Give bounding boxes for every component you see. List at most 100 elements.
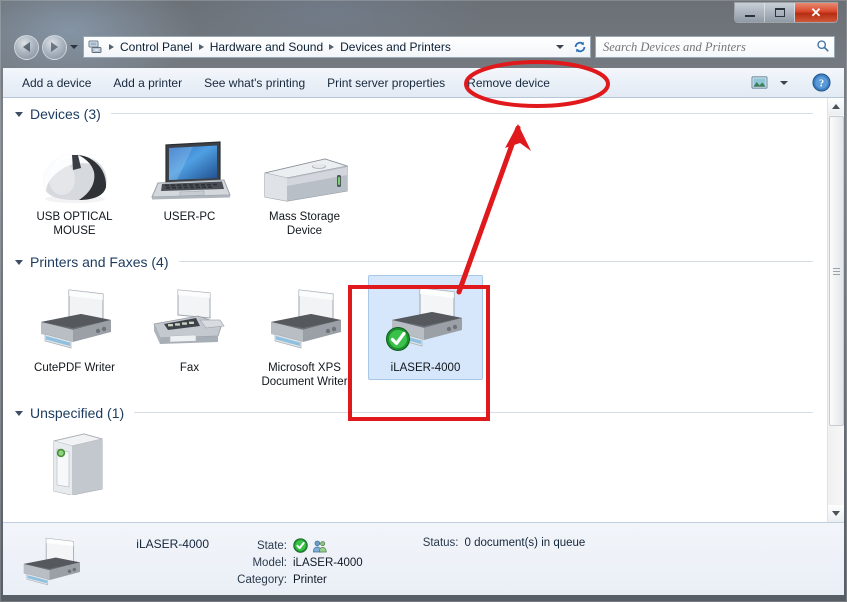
device-label: CutePDF Writer (34, 361, 115, 375)
device-group-printers: CutePDF Writer (3, 269, 827, 394)
device-item-microsoft-xps-document-writer[interactable]: Microsoft XPS Document Writer (247, 275, 362, 394)
green-check-icon (386, 328, 409, 351)
device-item-usb-optical-mouse[interactable]: USB OPTICAL MOUSE (17, 124, 132, 243)
devices-list-view: Devices (3) (3, 98, 844, 522)
details-row-category: Category: Printer (231, 571, 363, 588)
device-item-mass-storage-device[interactable]: Mass Storage Device (247, 124, 362, 243)
divider (134, 412, 813, 413)
details-status-value: 0 document(s) in queue (465, 537, 586, 549)
shared-users-icon (312, 539, 328, 553)
chevron-down-icon (780, 81, 788, 85)
devices-scroll-area: Devices (3) (3, 98, 827, 522)
vertical-scrollbar[interactable] (827, 98, 844, 522)
grip-icon (833, 268, 840, 275)
add-a-device-button[interactable]: Add a device (11, 69, 102, 97)
refresh-icon (573, 40, 587, 54)
group-header-devices: Devices (3) (3, 98, 827, 124)
tower-device-icon (36, 435, 114, 495)
collapse-triangle-icon[interactable] (15, 112, 23, 117)
search-icon (816, 39, 830, 56)
device-label: Fax (180, 361, 199, 375)
details-row-model: Model: iLASER-4000 (231, 554, 363, 571)
help-button[interactable]: ? (808, 71, 834, 95)
device-label: Mass Storage Device (250, 210, 359, 238)
view-icon (751, 75, 768, 90)
breadcrumb-separator-icon (109, 44, 114, 50)
group-title: Printers and Faxes (4) (30, 254, 169, 270)
external-drive-icon (259, 131, 351, 205)
remove-device-button[interactable]: Remove device (456, 69, 561, 97)
device-label: Microsoft XPS Document Writer (250, 361, 359, 389)
devices-and-printers-icon (88, 39, 104, 55)
add-a-printer-button[interactable]: Add a printer (102, 69, 193, 97)
printer-default-icon (380, 282, 472, 356)
title-bar: ✕ (0, 0, 847, 28)
forward-button[interactable] (42, 35, 67, 60)
svg-text:?: ? (818, 79, 823, 90)
triangle-down-icon (832, 511, 840, 516)
explorer-window: ✕ Control Panel Hardware a (0, 0, 847, 602)
fax-icon (144, 282, 236, 356)
details-category-value: Printer (293, 574, 327, 586)
details-pane: iLASER-4000 State: (3, 522, 844, 595)
breadcrumb-control-panel[interactable]: Control Panel (117, 40, 196, 54)
device-label: USB OPTICAL MOUSE (20, 210, 129, 238)
back-button[interactable] (14, 35, 39, 60)
print-server-properties-button[interactable]: Print server properties (316, 69, 456, 97)
details-status: Status: 0 document(s) in queue (363, 529, 586, 549)
device-group-devices: USB OPTICAL MOUSE (3, 124, 827, 243)
collapse-triangle-icon[interactable] (15, 260, 23, 265)
chevron-down-icon (70, 45, 78, 49)
details-category-label: Category: (231, 574, 293, 586)
details-model-value: iLASER-4000 (293, 557, 363, 569)
details-state-value (293, 538, 328, 553)
breadcrumb: Control Panel Hardware and Sound Devices… (83, 36, 569, 58)
group-header-printers-and-faxes: Printers and Faxes (4) (3, 243, 827, 269)
details-status-label: Status: (423, 537, 459, 549)
printer-icon (259, 282, 351, 356)
divider (179, 261, 814, 262)
details-device-name: iLASER-4000 (99, 529, 209, 551)
details-fields: State: Model: iLA (209, 529, 363, 588)
maximize-button[interactable] (765, 3, 795, 22)
command-toolbar: Add a device Add a printer See what's pr… (3, 68, 844, 98)
group-header-unspecified: Unspecified (1) (3, 394, 827, 420)
back-arrow-icon (23, 42, 30, 52)
recent-pages-button[interactable] (67, 35, 81, 60)
change-view-button[interactable] (746, 72, 772, 94)
details-model-label: Model: (231, 557, 293, 569)
collapse-triangle-icon[interactable] (15, 411, 23, 416)
device-item-fax[interactable]: Fax (132, 275, 247, 380)
see-whats-printing-button[interactable]: See what's printing (193, 69, 316, 97)
search-input[interactable] (603, 40, 816, 55)
minimize-button[interactable] (735, 3, 765, 22)
help-icon: ? (812, 73, 831, 92)
device-item-unspecified[interactable] (17, 428, 132, 505)
device-group-unspecified (3, 420, 827, 505)
divider (111, 113, 813, 114)
breadcrumb-hardware-and-sound[interactable]: Hardware and Sound (207, 40, 326, 54)
forward-arrow-icon (51, 42, 58, 52)
device-label: USER-PC (164, 210, 216, 224)
window-controls: ✕ (734, 2, 838, 23)
scroll-up-button[interactable] (828, 98, 844, 115)
group-title: Unspecified (1) (30, 405, 124, 421)
device-item-cutepdf-writer[interactable]: CutePDF Writer (17, 275, 132, 380)
device-item-user-pc[interactable]: USER-PC (132, 124, 247, 229)
scroll-down-button[interactable] (828, 505, 844, 522)
view-options-dropdown[interactable] (774, 72, 794, 94)
mouse-icon (32, 131, 118, 205)
scrollbar-thumb[interactable] (829, 116, 844, 426)
search-box[interactable] (595, 36, 835, 58)
breadcrumb-devices-and-printers[interactable]: Devices and Printers (337, 40, 454, 54)
breadcrumb-dropdown-button[interactable] (551, 37, 569, 57)
refresh-button[interactable] (569, 36, 591, 58)
close-button[interactable]: ✕ (795, 3, 837, 22)
laptop-icon (144, 131, 236, 205)
device-item-ilaser-4000[interactable]: iLASER-4000 (368, 275, 483, 380)
details-printer-icon (3, 529, 99, 593)
triangle-up-icon (832, 104, 840, 109)
printer-icon (29, 282, 121, 356)
breadcrumb-separator-icon (199, 44, 204, 50)
chevron-down-icon (556, 45, 564, 49)
